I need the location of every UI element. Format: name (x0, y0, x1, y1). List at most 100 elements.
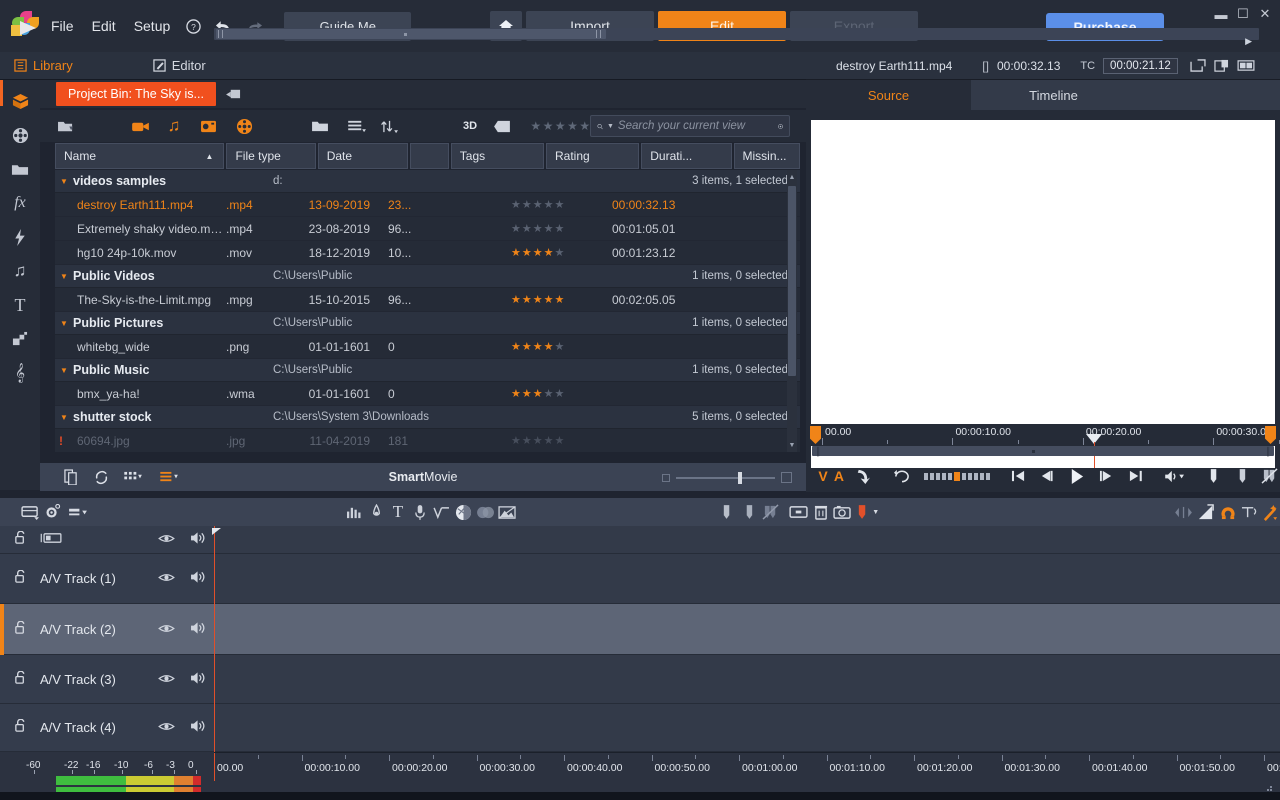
rating-star[interactable]: ★ (511, 247, 522, 259)
player-video-canvas[interactable] (811, 120, 1275, 468)
tab-timeline[interactable]: Timeline (971, 80, 1136, 110)
rating-star[interactable]: ★ (511, 388, 522, 400)
rating-star[interactable]: ★ (555, 388, 566, 400)
speaker-icon[interactable] (182, 621, 214, 638)
list-view-icon[interactable] (152, 464, 188, 490)
eye-icon[interactable] (150, 622, 182, 637)
transitions-bolt-icon[interactable] (0, 220, 40, 254)
file-row[interactable]: whitebg_wide .png 01-01-1601 0 ★★★★★ (55, 335, 800, 359)
thumbnail-zoom-slider[interactable] (662, 471, 792, 484)
video-toggle-button[interactable]: V (816, 463, 830, 489)
track-header[interactable]: A/V Track (2) (0, 604, 214, 655)
rating-star[interactable]: ★ (544, 294, 555, 306)
tab-library[interactable]: Library (0, 52, 87, 80)
file-rating[interactable]: ★★★★★ (511, 434, 606, 447)
rating-star[interactable]: ★ (533, 294, 544, 306)
color-correct-icon[interactable] (365, 499, 387, 525)
file-group-header[interactable]: ▼ Public Music C:\Users\Public 1 items, 0 s… (55, 359, 800, 382)
transition-icon[interactable] (475, 499, 497, 525)
rating-star[interactable]: ★ (533, 223, 544, 235)
column-header-name[interactable]: Name ▲ (55, 143, 225, 169)
unlock-icon[interactable] (0, 620, 40, 638)
rating-star[interactable]: ★ (555, 435, 566, 447)
speaker-icon[interactable] (182, 719, 214, 736)
speaker-icon[interactable] (182, 531, 214, 548)
scroll-up-arrow-icon[interactable]: ▲ (787, 170, 797, 184)
file-row[interactable]: ! 60694.jpg .jpg 11-04-2019 181 ★★★★★ (55, 429, 800, 452)
folder-view-icon[interactable] (306, 113, 334, 139)
step-forward-icon[interactable] (1097, 463, 1117, 489)
rating-star[interactable]: ★ (555, 247, 566, 259)
rating-star[interactable]: ★ (555, 341, 566, 353)
loop-icon[interactable] (892, 463, 912, 489)
track-header[interactable]: A/V Track (3) (0, 655, 214, 704)
scrollbar-left-grip[interactable]: ║ (815, 447, 821, 456)
media-file-list[interactable]: ▼ videos samples d: 3 items, 1 selected dest… (55, 170, 800, 452)
eye-icon[interactable] (150, 532, 182, 547)
rating-star[interactable]: ★ (511, 435, 522, 447)
sort-icon[interactable] (376, 113, 404, 139)
scrubber-icon[interactable] (924, 471, 991, 481)
zoom-slider-track[interactable] (676, 471, 775, 484)
rating-star[interactable]: ★ (511, 341, 522, 353)
master-track-icon[interactable] (40, 531, 150, 548)
rating-star[interactable]: ★ (522, 223, 533, 235)
eye-icon[interactable] (150, 672, 182, 687)
film-reel-icon[interactable] (0, 118, 40, 152)
trim-icon[interactable] (1173, 499, 1195, 525)
rating-star[interactable]: ★ (522, 435, 533, 447)
refresh-icon[interactable] (86, 464, 116, 490)
list-view-icon[interactable] (344, 113, 372, 139)
film-reel-icon[interactable] (230, 113, 258, 139)
search-dropdown-caret-icon[interactable]: ▼ (607, 123, 614, 130)
clear-icon[interactable] (778, 121, 783, 132)
unlock-icon[interactable] (0, 530, 40, 548)
scrollbar-thumb[interactable] (788, 186, 796, 376)
rating-star[interactable]: ★ (533, 247, 544, 259)
eye-icon[interactable] (150, 720, 182, 735)
track-lane[interactable] (214, 554, 1280, 604)
rating-star[interactable]: ★ (555, 294, 566, 306)
timeline-h-scrollbar[interactable] (214, 28, 1259, 40)
file-row[interactable]: bmx_ya-ha! .wma 01-01-1601 0 ★★★★★ (55, 382, 800, 406)
player-scrollbar[interactable]: ║ ║ (812, 446, 1274, 456)
play-icon[interactable] (1067, 463, 1087, 489)
video-camera-icon[interactable] (126, 113, 154, 139)
track-lane[interactable] (214, 604, 1280, 655)
file-group-header[interactable]: ▼ Public Videos C:\Users\Public 1 items, 0 … (55, 265, 800, 288)
search-box[interactable]: ▼ (590, 115, 790, 137)
mark-out-icon[interactable] (1232, 463, 1252, 489)
snapshot-icon[interactable] (832, 499, 854, 525)
mark-in-marker[interactable] (810, 426, 821, 444)
zoom-slider-knob[interactable] (738, 471, 742, 484)
rating-star[interactable]: ★ (533, 435, 544, 447)
jump-end-icon[interactable] (1125, 463, 1145, 489)
rating-star[interactable]: ★ (533, 199, 544, 211)
speaker-icon[interactable] (182, 671, 214, 688)
audio-mixer-icon[interactable] (343, 499, 365, 525)
import-media-icon[interactable] (52, 113, 80, 139)
tab-editor[interactable]: Editor (139, 52, 220, 80)
master-track-header[interactable] (0, 526, 214, 554)
rating-star[interactable]: ★ (511, 199, 522, 211)
speaker-icon[interactable] (182, 570, 214, 587)
file-group-header[interactable]: ▼ shutter stock C:\Users\System 3\Download… (55, 406, 800, 429)
grid-view-icon[interactable] (116, 464, 152, 490)
marker-icon[interactable] (854, 499, 870, 525)
unlock-icon[interactable] (0, 569, 40, 587)
photo-icon[interactable] (194, 113, 222, 139)
mark-in-icon[interactable] (1204, 463, 1224, 489)
menu-file[interactable]: File (42, 14, 83, 38)
track-lane[interactable] (214, 704, 1280, 752)
playhead-flag-icon[interactable] (211, 528, 221, 538)
mark-out-icon[interactable] (738, 499, 760, 525)
rating-star[interactable]: ★ (544, 341, 555, 353)
clear-marks-icon[interactable] (1260, 463, 1280, 489)
column-header-tags[interactable]: Tags (450, 143, 544, 169)
menu-edit[interactable]: Edit (83, 14, 125, 38)
jump-start-icon[interactable] (1008, 463, 1028, 489)
player-ruler[interactable]: 00.00 00:00:10.00 00:00:20.00 00:00:30.00 (806, 424, 1280, 468)
rating-filter-stars[interactable]: ★★★★★ (526, 113, 596, 139)
rating-star[interactable]: ★ (522, 247, 533, 259)
montage-icon[interactable] (0, 322, 40, 356)
